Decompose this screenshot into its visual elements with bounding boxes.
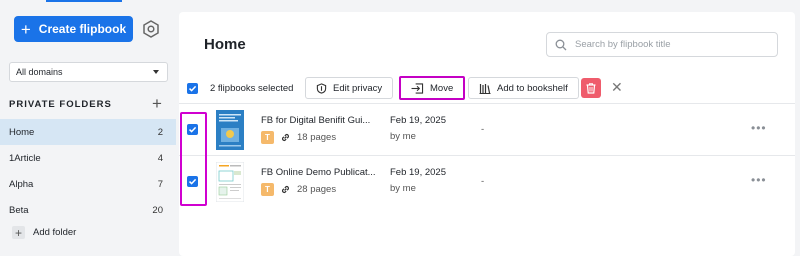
folder-item-1article[interactable]: 1Article 4 — [0, 145, 176, 171]
folder-count: 7 — [157, 178, 163, 190]
flipbook-meta: T 18 pages — [261, 131, 336, 144]
type-badge: T — [261, 183, 274, 196]
table-row[interactable]: FB for Digital Benifit Gui... T 18 pages… — [179, 104, 795, 156]
create-flipbook-button[interactable]: + Create flipbook — [14, 16, 133, 42]
table-row[interactable]: FB Online Demo Publicat... T 28 pages Fe… — [179, 156, 795, 208]
link-icon[interactable] — [280, 184, 291, 195]
selected-count: 2 flipbooks selected — [210, 83, 294, 94]
page-title: Home — [204, 36, 246, 53]
modified-date: Feb 19, 2025 — [390, 115, 446, 126]
owner-label: by me — [390, 131, 416, 142]
add-folder-plus-icon[interactable]: + — [152, 95, 162, 112]
modified-date: Feb 19, 2025 — [390, 167, 446, 178]
extra-field: - — [481, 124, 485, 135]
extra-field: - — [481, 176, 485, 187]
page-count: 28 pages — [297, 184, 337, 195]
owner-label: by me — [390, 183, 416, 194]
folder-name: 1Article — [9, 152, 41, 164]
checkbox-highlight-annotation — [180, 112, 207, 206]
select-all-checkbox[interactable] — [187, 83, 198, 94]
settings-icon[interactable] — [141, 19, 161, 39]
bookshelf-icon — [479, 83, 491, 94]
move-icon — [411, 82, 424, 94]
more-options-icon[interactable]: ••• — [751, 122, 767, 134]
folder-name: Alpha — [9, 178, 34, 190]
folder-item-alpha[interactable]: Alpha 7 — [0, 171, 176, 197]
page-count: 18 pages — [297, 132, 337, 143]
folder-item-beta[interactable]: Beta 20 — [0, 197, 176, 223]
flipbook-title[interactable]: FB for Digital Benifit Gui... — [261, 115, 370, 126]
type-badge: T — [261, 131, 274, 144]
create-flipbook-label: Create flipbook — [38, 22, 127, 36]
edit-privacy-label: Edit privacy — [333, 82, 383, 94]
caret-down-icon — [153, 70, 159, 74]
search-box[interactable] — [546, 32, 778, 57]
top-accent-line — [46, 0, 122, 2]
add-to-bookshelf-label: Add to bookshelf — [497, 82, 568, 94]
move-label: Move — [430, 82, 454, 94]
flipbook-title[interactable]: FB Online Demo Publicat... — [261, 167, 376, 178]
folder-count: 2 — [157, 126, 163, 138]
search-input[interactable] — [575, 39, 755, 50]
add-to-bookshelf-button[interactable]: Add to bookshelf — [468, 77, 579, 99]
folder-count: 20 — [152, 204, 163, 216]
sidebar: + Create flipbook All domains PRIVATE FO… — [0, 0, 178, 256]
link-icon[interactable] — [280, 132, 291, 143]
shield-icon — [316, 82, 327, 94]
more-options-icon[interactable]: ••• — [751, 174, 767, 186]
delete-button[interactable] — [581, 78, 601, 98]
close-icon[interactable]: ✕ — [611, 80, 623, 94]
folder-count: 4 — [157, 152, 163, 164]
plus-icon: + — [12, 226, 25, 239]
main-panel: Home 2 flipbooks selected Edit privacy M… — [179, 12, 795, 256]
add-folder-button[interactable]: + Add folder — [12, 226, 76, 239]
folder-item-home[interactable]: Home 2 — [0, 119, 176, 145]
move-button[interactable]: Move — [399, 76, 466, 100]
trash-icon — [586, 82, 596, 94]
folder-name: Home — [9, 126, 35, 138]
edit-privacy-button[interactable]: Edit privacy — [305, 77, 394, 99]
folder-name: Beta — [9, 204, 29, 216]
domain-select-value: All domains — [16, 67, 63, 77]
search-icon — [555, 39, 567, 50]
flipbook-cover-thumbnail[interactable] — [216, 110, 244, 150]
checkmark-icon — [188, 85, 197, 92]
domain-select[interactable]: All domains — [9, 62, 168, 82]
private-folders-heading: PRIVATE FOLDERS — [9, 99, 112, 110]
add-folder-label: Add folder — [33, 227, 77, 238]
flipbook-cover-thumbnail[interactable] — [216, 162, 244, 202]
plus-icon: + — [20, 19, 31, 39]
flipbook-meta: T 28 pages — [261, 183, 336, 196]
